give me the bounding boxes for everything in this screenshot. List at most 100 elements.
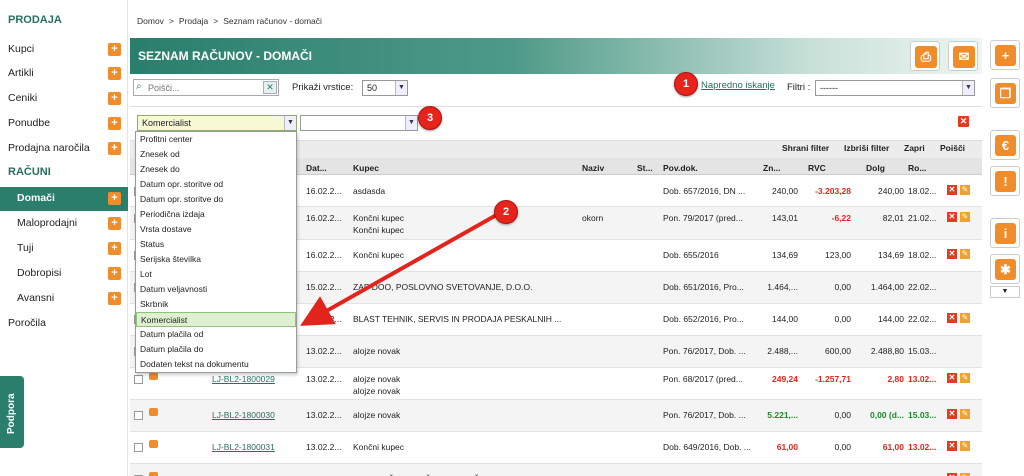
dropdown-option[interactable]: Datum veljavnosti <box>136 282 296 297</box>
warning-button[interactable]: ! <box>990 166 1020 196</box>
filter-field-select[interactable]: Komercialist ▼ <box>137 115 297 131</box>
column-header-znesek[interactable]: Zn... <box>763 163 780 173</box>
column-header-pov-dok[interactable]: Pov.dok. <box>663 163 698 173</box>
sidebar-item-maloprodajni[interactable]: Maloprodajni + <box>0 212 128 236</box>
delete-icon[interactable]: ✕ <box>947 185 957 195</box>
euro-button[interactable]: € <box>990 130 1020 160</box>
sidebar-item-dobropisi[interactable]: Dobropisi + <box>0 262 128 286</box>
sidebar-item-porocila[interactable]: Poročila <box>0 312 128 336</box>
dropdown-option[interactable]: Komercialist <box>136 312 296 327</box>
row-checkbox[interactable] <box>134 411 143 420</box>
breadcrumb-prodaja[interactable]: Prodaja <box>179 16 208 26</box>
add-icon[interactable]: + <box>108 242 121 255</box>
dropdown-option[interactable]: Profitni center <box>136 132 296 147</box>
print-icon[interactable] <box>149 372 158 380</box>
rows-per-page-select[interactable]: 50 ▼ <box>362 80 408 96</box>
sidebar-item-tuji[interactable]: Tuji + <box>0 237 128 261</box>
support-tab[interactable]: Podpora <box>0 376 24 448</box>
table-row[interactable]: LJ-BL2-1800031 13.02.2... Končni kupec Dob.… <box>130 432 982 464</box>
dropdown-option[interactable]: Status <box>136 237 296 252</box>
invoice-number[interactable]: LJ-BL2-1800030 <box>212 410 275 420</box>
add-icon[interactable]: + <box>108 267 121 280</box>
add-icon[interactable]: + <box>108 92 121 105</box>
delete-icon[interactable]: ✕ <box>947 409 957 419</box>
column-header-status[interactable]: St... <box>637 163 653 173</box>
add-button[interactable]: + <box>990 40 1020 70</box>
dropdown-option[interactable]: Datum opr. storitve od <box>136 177 296 192</box>
delete-icon[interactable]: ✕ <box>947 212 957 222</box>
edit-icon[interactable]: ✎ <box>960 441 970 451</box>
add-icon[interactable]: + <box>108 142 121 155</box>
add-icon[interactable]: + <box>108 67 121 80</box>
filter-value-select[interactable]: ▼ <box>300 115 418 131</box>
sidebar-item-avansni[interactable]: Avansni + <box>0 287 128 311</box>
sidebar-item-prodajna-narocila[interactable]: Prodajna naročila + <box>0 137 128 161</box>
dropdown-option[interactable]: Znesek do <box>136 162 296 177</box>
add-icon[interactable]: + <box>108 43 121 56</box>
column-header-date[interactable]: Dat... <box>306 163 327 173</box>
advanced-search-link[interactable]: Napredno iskanje <box>701 80 775 91</box>
print-icon[interactable] <box>149 408 158 416</box>
column-header-kupec[interactable]: Kupec <box>353 163 379 173</box>
filters-select[interactable]: ------ ▼ <box>815 80 975 96</box>
column-header-naziv[interactable]: Naziv <box>582 163 604 173</box>
column-header-rvc[interactable]: RVC <box>808 163 826 173</box>
delete-icon[interactable]: ✕ <box>947 441 957 451</box>
settings-dropdown-toggle[interactable]: ▼ <box>990 286 1020 298</box>
save-filter-button[interactable]: Shrani filter <box>782 143 829 153</box>
edit-icon[interactable]: ✎ <box>960 373 970 383</box>
add-icon[interactable]: + <box>108 117 121 130</box>
dropdown-option[interactable]: Datum opr. storitve do <box>136 192 296 207</box>
dropdown-option[interactable]: Serijska številka <box>136 252 296 267</box>
sidebar-item-ponudbe[interactable]: Ponudbe + <box>0 112 128 136</box>
delete-icon[interactable]: ✕ <box>947 313 957 323</box>
add-icon[interactable]: + <box>108 192 121 205</box>
add-icon[interactable]: + <box>108 292 121 305</box>
search-field[interactable]: ⌕ ✕ <box>133 79 279 96</box>
sidebar-item-artikli[interactable]: Artikli + <box>0 62 128 86</box>
dropdown-option[interactable]: Periodična izdaja <box>136 207 296 222</box>
row-checkbox[interactable] <box>134 375 143 384</box>
table-row[interactable]: LJ-BL2-180002712.02.2...RNR, RAČUNALNIŠT… <box>130 464 982 476</box>
dropdown-option[interactable]: Dodaten tekst na dokumentu <box>136 357 296 372</box>
edit-icon[interactable]: ✎ <box>960 249 970 259</box>
print-icon[interactable] <box>149 472 158 476</box>
dropdown-option[interactable]: Datum plačila od <box>136 327 296 342</box>
dropdown-option[interactable]: Lot <box>136 267 296 282</box>
edit-icon[interactable]: ✎ <box>960 185 970 195</box>
sidebar-item-domaci[interactable]: Domači + <box>0 187 128 211</box>
copy-button[interactable]: ❐ <box>990 78 1020 108</box>
info-button[interactable]: i <box>990 218 1020 248</box>
breadcrumb-home[interactable]: Domov <box>137 16 164 26</box>
edit-icon[interactable]: ✎ <box>960 313 970 323</box>
sidebar-item-ceniki[interactable]: Ceniki + <box>0 87 128 111</box>
dropdown-option[interactable]: Znesek od <box>136 147 296 162</box>
search-button[interactable]: Poišči <box>940 143 965 153</box>
column-header-dolg[interactable]: Dolg <box>866 163 885 173</box>
sidebar-item-kupci[interactable]: Kupci + <box>0 38 128 62</box>
dropdown-option[interactable]: Vrsta dostave <box>136 222 296 237</box>
print-icon[interactable] <box>149 440 158 448</box>
close-button[interactable]: Zapri <box>904 143 925 153</box>
chevron-down-icon: ▼ <box>284 116 296 130</box>
delete-icon[interactable]: ✕ <box>947 249 957 259</box>
print-button[interactable]: ⎙ <box>910 41 940 71</box>
search-input[interactable] <box>148 81 258 94</box>
table-row[interactable]: LJ-BL2-1800030 13.02.2... alojze novak Pon.… <box>130 400 982 432</box>
remove-filter-button[interactable]: ✕ <box>958 116 969 127</box>
dropdown-option[interactable]: Skrbnik <box>136 297 296 312</box>
debt-value: 144,00 <box>878 314 904 324</box>
row-checkbox[interactable] <box>134 443 143 452</box>
invoice-number[interactable]: LJ-BL2-1800031 <box>212 442 275 452</box>
dropdown-option[interactable]: Datum plačila do <box>136 342 296 357</box>
add-icon[interactable]: + <box>108 217 121 230</box>
email-button[interactable]: ✉ <box>948 41 978 71</box>
delete-icon[interactable]: ✕ <box>947 373 957 383</box>
invoice-number[interactable]: LJ-BL2-1800029 <box>212 374 275 384</box>
column-header-rok[interactable]: Ro... <box>908 163 926 173</box>
clear-search-button[interactable]: ✕ <box>263 81 277 94</box>
settings-button[interactable]: ✱ <box>990 254 1020 284</box>
edit-icon[interactable]: ✎ <box>960 212 970 222</box>
edit-icon[interactable]: ✎ <box>960 409 970 419</box>
delete-filter-button[interactable]: Izbriši filter <box>844 143 889 153</box>
